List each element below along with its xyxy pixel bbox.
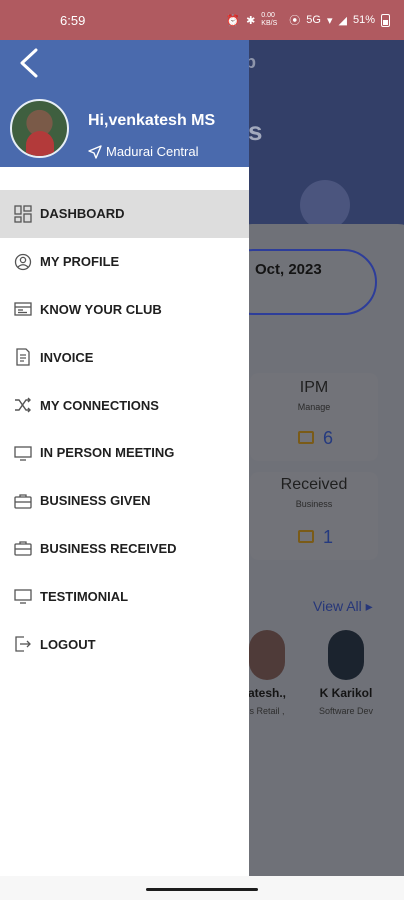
drawer-header: Hi,venkatesh MS Madurai Central [0,40,249,167]
club-icon [14,300,32,318]
menu-item-label: MY CONNECTIONS [40,397,159,413]
location-icon: ⦿ [289,15,301,27]
monitor-icon [14,444,32,462]
background-view-all: View All ▸ [313,598,373,614]
menu-item-know-your-club[interactable]: KNOW YOUR CLUB [0,286,249,334]
menu-item-business-given[interactable]: BUSINESS GIVEN [0,477,249,525]
back-button[interactable] [12,46,46,80]
home-gesture-pill[interactable] [146,888,258,891]
user-location-label: Madurai Central [106,144,199,159]
navigation-drawer: Hi,venkatesh MS Madurai Central DASHBOAR… [0,40,249,890]
avatar[interactable] [10,99,69,158]
background-panel [230,224,404,900]
invoice-icon [14,348,32,366]
briefcase-icon [14,492,32,510]
menu-item-in-person-meeting[interactable]: IN PERSON MEETING [0,429,249,477]
menu-item-label: TESTIMONIAL [40,588,129,604]
menu-item-invoice[interactable]: INVOICE [0,333,249,381]
status-time: 6:59 [60,12,86,28]
background-member: K Karikol Software Dev [308,630,384,716]
background-card-received: Received Business 1 [250,472,378,560]
menu-item-label: LOGOUT [40,636,96,652]
dashboard-icon [14,205,32,223]
logout-icon [14,635,32,653]
background-card-subtitle: Business [295,499,333,509]
user-greeting: Hi,venkatesh MS [88,112,216,129]
menu-item-my-profile[interactable]: MY PROFILE [0,238,249,286]
navigation-arrow-icon [88,144,102,159]
battery-level: 51% [352,14,375,26]
menu-item-label: BUSINESS GIVEN [40,493,151,509]
menu-item-testimonial[interactable]: TESTIMONIAL [0,572,249,620]
back-arrow-icon [20,48,38,78]
background-card-title: Received [280,476,348,493]
monitor-icon [14,587,32,605]
bluetooth-icon: ✱ [246,14,256,27]
wifi-icon: ▾ [326,14,333,27]
background-card-subtitle: Manage [297,402,331,412]
background-date-text: Oct, 2023 [255,261,322,278]
menu-item-label: DASHBOARD [40,206,125,222]
menu-item-dashboard[interactable]: DASHBOARD [0,190,249,238]
menu-item-label: KNOW YOUR CLUB [40,301,162,317]
background-card-value: 6 [323,428,334,448]
drawer-menu: DASHBOARD MY PROFILE KNOW YOUR CLUB INVO… [0,190,249,668]
menu-item-label: INVOICE [40,349,94,365]
user-location: Madurai Central [88,144,199,159]
battery-icon [381,13,390,27]
background-member-role: Software Dev [318,706,374,716]
shuffle-icon [14,396,32,414]
background-header-text: s [248,116,263,146]
avatar [249,630,285,680]
background-member-name: K Karikol [319,686,373,700]
menu-item-my-connections[interactable]: MY CONNECTIONS [0,381,249,429]
status-icons: ⏰ ✱ 0.00 KB/S ⦿ 5G ▾ ◢ 51% [226,12,390,28]
signal-icon: ◢ [338,14,347,27]
data-speed: 0.00 KB/S [261,12,278,27]
menu-item-logout[interactable]: LOGOUT [0,620,249,668]
briefcase-icon [14,539,32,557]
menu-item-label: IN PERSON MEETING [40,445,175,461]
briefcase-icon [298,530,314,543]
alarm-icon: ⏰ [226,14,241,27]
avatar [328,630,364,680]
menu-item-label: BUSINESS RECEIVED [40,540,177,556]
background-card-value: 1 [323,527,334,547]
background-card-title: IPM [299,379,329,396]
status-bar: 6:59 ⏰ ✱ 0.00 KB/S ⦿ 5G ▾ ◢ 51% [0,0,404,40]
background-orb [300,180,350,230]
menu-item-business-received[interactable]: BUSINESS RECEIVED [0,525,249,573]
profile-icon [14,253,32,271]
background-card-ipm: IPM Manage 6 [250,373,378,461]
menu-item-label: MY PROFILE [40,254,120,270]
monitor-icon [298,431,314,444]
network-type: 5G [306,14,321,26]
